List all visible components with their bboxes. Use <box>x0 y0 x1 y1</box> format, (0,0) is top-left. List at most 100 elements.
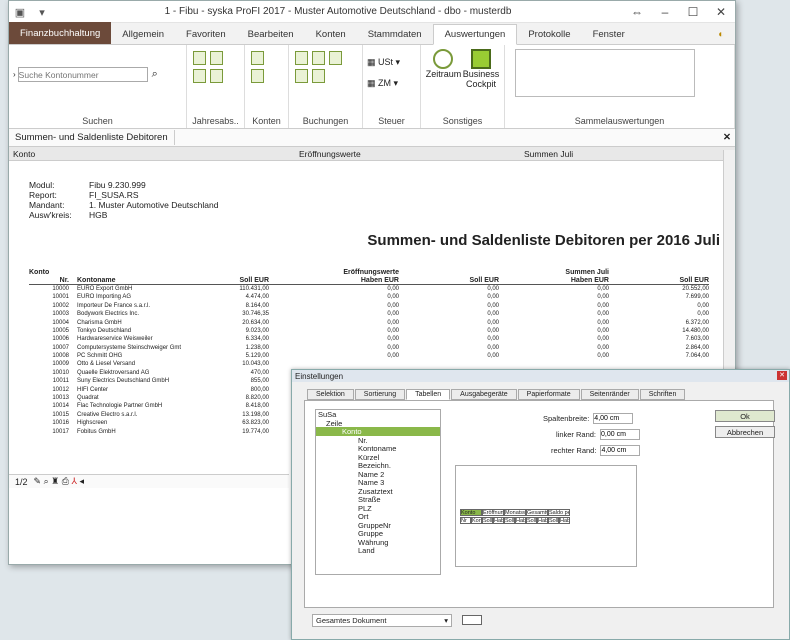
book-icon[interactable] <box>312 51 325 65</box>
table-cell: 0,00 <box>387 327 399 334</box>
tab-papierformate[interactable]: Papierformate <box>517 389 580 400</box>
tree-node[interactable]: Zusatztext <box>316 487 440 496</box>
table-cell: 8.418,00 <box>245 403 269 410</box>
spellcheck-icon[interactable] <box>312 69 325 83</box>
tab-favoriten[interactable]: Favoriten <box>175 25 237 44</box>
print-icon[interactable]: ⎙ <box>62 476 69 487</box>
spaltenbreite-input[interactable] <box>593 413 634 424</box>
restore-size-icon[interactable]: ⇔ <box>623 5 651 19</box>
tree-node[interactable]: Gruppe <box>316 529 440 538</box>
tree-node[interactable]: Straße <box>316 495 440 504</box>
tab-sortierung[interactable]: Sortierung <box>354 389 406 400</box>
table-cell: 0,00 <box>597 285 609 292</box>
table-cell: Highscreen <box>77 420 108 427</box>
tree-node[interactable]: Land <box>316 546 440 555</box>
table-cell: 9.023,00 <box>245 327 269 334</box>
expand-icon[interactable]: › <box>13 70 16 79</box>
abbrechen-button[interactable]: Abbrechen <box>715 426 775 438</box>
pdf-icon[interactable]: ⅄ <box>71 476 77 487</box>
search-icon[interactable]: ⌕ <box>152 68 158 81</box>
tab-allgemein[interactable]: Allgemein <box>111 25 175 44</box>
table-cell: 0,00 <box>697 311 709 318</box>
tree-node[interactable]: Nr. <box>316 436 440 445</box>
column-tree[interactable]: SuSa Zeile Konto Nr. Kontoname Kürzel Bezeichn… <box>315 409 441 575</box>
document-icon[interactable] <box>210 51 223 65</box>
tab-tabellen[interactable]: Tabellen <box>406 389 451 400</box>
sammelauswertungen-list[interactable] <box>515 49 695 97</box>
close-button[interactable]: ✕ <box>707 5 735 19</box>
close-doc-icon[interactable]: ✕ <box>723 132 735 143</box>
rechter-rand-input[interactable] <box>600 445 641 456</box>
tree-node[interactable]: SuSa <box>316 410 440 419</box>
scroll-left-icon[interactable]: ◂ <box>79 476 84 487</box>
document-icon[interactable] <box>193 51 206 65</box>
tree-node[interactable]: Konto <box>316 427 440 436</box>
table-cell: 19.774,00 <box>242 428 269 435</box>
table-cell: HIFI Center <box>77 386 109 393</box>
tab-ausgabegeraete[interactable]: Ausgabegeräte <box>451 389 517 400</box>
scope-select[interactable]: Gesamtes Dokument ▾ <box>312 614 452 627</box>
book-icon[interactable] <box>295 69 308 83</box>
meta-value: HGB <box>89 210 108 220</box>
tree-node[interactable]: PLZ <box>316 504 440 513</box>
tree-node[interactable]: Name 3 <box>316 478 440 487</box>
table-cell: 30.746,35 <box>242 311 269 318</box>
cockpit-label-1: Business <box>462 69 500 79</box>
page-layout-icon[interactable] <box>462 615 482 625</box>
document-tab[interactable]: Summen- und Saldenliste Debitoren <box>9 130 175 145</box>
tree-node[interactable]: Kürzel <box>316 453 440 462</box>
zeitraum-button[interactable]: Zeitraum <box>426 49 461 89</box>
table-row: 10002 Importeur De France s.a.r.l. 8.164,0… <box>29 302 709 310</box>
tab-finanzbuchhaltung[interactable]: Finanzbuchhaltung <box>9 22 112 44</box>
binoculars-icon[interactable]: ♜ <box>51 476 59 487</box>
quick-access-icon[interactable]: ▾ <box>35 6 49 19</box>
tab-selektion[interactable]: Selektion <box>307 389 354 400</box>
tab-schriften[interactable]: Schriften <box>639 389 686 400</box>
th: Haben EUR <box>360 276 399 284</box>
tab-stammdaten[interactable]: Stammdaten <box>357 25 433 44</box>
table-cell: 63.823,00 <box>242 420 269 427</box>
preview-header-cell: Eröffnung <box>482 509 504 516</box>
business-cockpit-button[interactable]: Business Cockpit <box>462 49 500 89</box>
zoom-icon[interactable]: ⌕ <box>44 476 49 487</box>
table-cell: 13.198,00 <box>242 411 269 418</box>
tree-node[interactable]: Bezeichn. <box>316 461 440 470</box>
tab-protokolle[interactable]: Protokolle <box>517 25 581 44</box>
tree-node[interactable]: Währung <box>316 538 440 547</box>
account-icon[interactable] <box>251 69 264 83</box>
document-icon[interactable] <box>210 69 223 83</box>
tree-node[interactable]: Ort <box>316 512 440 521</box>
tab-auswertungen[interactable]: Auswertungen <box>432 24 518 45</box>
book-icon[interactable] <box>329 51 342 65</box>
tree-node[interactable]: GruppeNr <box>316 521 440 530</box>
dialog-close-icon[interactable]: ✕ <box>777 371 787 380</box>
maximize-button[interactable]: ☐ <box>679 5 707 19</box>
document-icon[interactable] <box>193 69 206 83</box>
zm-button[interactable]: ▦ ZM ▾ <box>367 78 416 89</box>
tab-konten[interactable]: Konten <box>305 25 357 44</box>
th: Summen Juli <box>565 268 609 276</box>
find-icon[interactable]: ✎ <box>34 476 42 487</box>
table-cell: 5.129,00 <box>245 353 269 360</box>
book-icon[interactable] <box>295 51 308 65</box>
search-input[interactable] <box>17 67 148 82</box>
table-cell: 10016 <box>52 420 69 427</box>
tab-fenster[interactable]: Fenster <box>582 25 636 44</box>
ust-button[interactable]: ▦ USt ▾ <box>367 57 416 68</box>
app-icon[interactable]: ▣ <box>13 6 27 19</box>
tree-node-label: Zeile <box>326 418 343 428</box>
tab-bearbeiten[interactable]: Bearbeiten <box>237 25 305 44</box>
table-cell: 10006 <box>52 336 69 343</box>
help-icon[interactable]: ◐ <box>707 25 735 44</box>
group-label-konten: Konten <box>252 116 281 126</box>
account-icon[interactable] <box>251 51 264 65</box>
table-cell: 0,00 <box>697 302 709 309</box>
minimize-button[interactable]: – <box>651 5 679 19</box>
tree-node[interactable]: Zeile <box>316 419 440 428</box>
tab-seitenraender[interactable]: Seitenränder <box>580 389 639 400</box>
tree-node[interactable]: Kontoname <box>316 444 440 453</box>
tree-node[interactable]: Name 2 <box>316 470 440 479</box>
linker-rand-input[interactable] <box>600 429 641 440</box>
ribbon: › ⌕ Suchen Jahresabs.. Konten Buchungen … <box>9 45 735 129</box>
ok-button[interactable]: Ok <box>715 410 775 422</box>
